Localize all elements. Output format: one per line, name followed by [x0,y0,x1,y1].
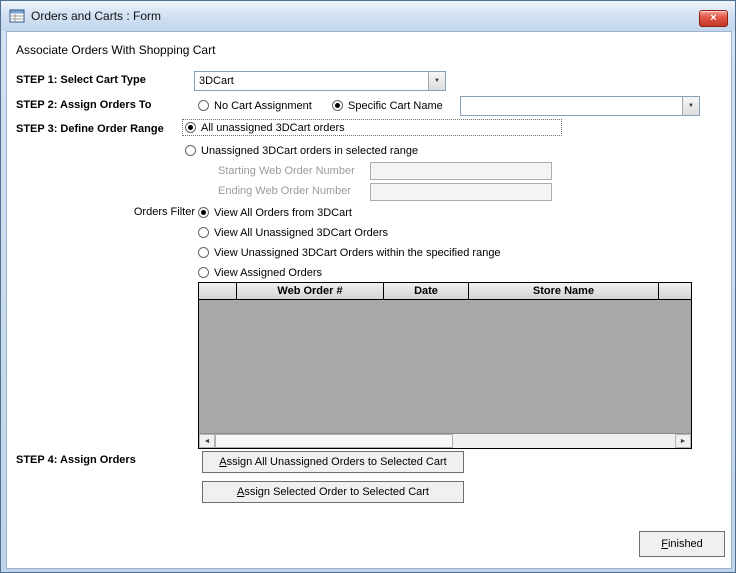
step4-label: STEP 4: Assign Orders [16,454,136,466]
orders-table: Web Order # Date Store Name ◄ ► [198,282,692,449]
radio-label: View All Unassigned 3DCart Orders [214,227,388,239]
radio-no-cart-assignment[interactable]: No Cart Assignment [198,98,312,113]
column-header-store-name: Store Name [469,283,659,299]
cart-name-dropdown[interactable]: ▼ [460,96,700,116]
radio-label: Unassigned 3DCart orders in selected ran… [201,145,418,157]
column-header-filler [659,283,691,299]
assign-selected-button[interactable]: Assign Selected Order to Selected Cart [202,481,464,503]
radio-icon [332,100,343,111]
radio-icon [198,247,209,258]
dropdown-arrow-icon[interactable]: ▼ [428,72,445,90]
cart-name-value [461,97,682,115]
window-title: Orders and Carts : Form [31,9,161,23]
form-content: Associate Orders With Shopping Cart STEP… [6,31,732,569]
step3-label: STEP 3: Define Order Range [16,123,164,135]
finished-button[interactable]: Finished [639,531,725,557]
ending-order-input[interactable] [370,183,552,201]
ending-order-label: Ending Web Order Number [218,185,351,197]
dropdown-arrow-icon[interactable]: ▼ [682,97,699,115]
radio-unassigned-orders-range[interactable]: Unassigned 3DCart orders in selected ran… [185,143,418,158]
radio-icon [198,207,209,218]
cart-type-dropdown[interactable]: 3DCart ▼ [194,71,446,91]
radio-icon [185,122,196,133]
button-label: ssign Selected Order to Selected Cart [244,486,429,498]
horizontal-scrollbar[interactable]: ◄ ► [199,433,691,448]
radio-view-unassigned-range[interactable]: View Unassigned 3DCart Orders within the… [198,245,501,260]
starting-order-input[interactable] [370,162,552,180]
radio-view-all-unassigned[interactable]: View All Unassigned 3DCart Orders [198,225,388,240]
scrollbar-thumb[interactable] [215,434,453,448]
radio-label: Specific Cart Name [348,100,443,112]
accel-letter: F [661,538,668,550]
radio-all-unassigned-orders[interactable]: All unassigned 3DCart orders [183,120,561,135]
scroll-left-icon[interactable]: ◄ [199,434,215,448]
close-button[interactable]: × [699,10,728,27]
radio-label: View Assigned Orders [214,267,322,279]
scroll-right-icon[interactable]: ► [675,434,691,448]
radio-icon [198,227,209,238]
radio-label: No Cart Assignment [214,100,312,112]
orders-filter-label: Orders Filter [102,206,195,218]
radio-specific-cart-name[interactable]: Specific Cart Name [332,98,443,113]
titlebar[interactable]: Orders and Carts : Form × [1,1,735,31]
orders-carts-window: Orders and Carts : Form × Associate Orde… [0,0,736,573]
page-title: Associate Orders With Shopping Cart [16,43,215,57]
radio-icon [185,145,196,156]
orders-table-body [199,300,691,433]
starting-order-label: Starting Web Order Number [218,165,355,177]
assign-all-unassigned-button[interactable]: Assign All Unassigned Orders to Selected… [202,451,464,473]
radio-label: All unassigned 3DCart orders [201,122,345,134]
radio-icon [198,267,209,278]
radio-label: View All Orders from 3DCart [214,207,352,219]
orders-table-header: Web Order # Date Store Name [199,283,691,300]
step1-label: STEP 1: Select Cart Type [16,74,146,86]
column-header-date: Date [384,283,469,299]
radio-view-assigned-orders[interactable]: View Assigned Orders [198,265,322,280]
accel-letter: A [219,456,226,468]
radio-icon [198,100,209,111]
step2-label: STEP 2: Assign Orders To [16,99,152,111]
radio-view-all-orders[interactable]: View All Orders from 3DCart [198,205,352,220]
cart-type-value: 3DCart [195,72,428,90]
column-header-web-order: Web Order # [237,283,384,299]
button-label: ssign All Unassigned Orders to Selected … [227,456,447,468]
radio-label: View Unassigned 3DCart Orders within the… [214,247,501,259]
accel-letter: A [237,486,244,498]
column-header-selector [199,283,237,299]
close-icon: × [710,13,716,24]
form-icon [9,8,25,24]
button-label: inished [668,538,703,550]
